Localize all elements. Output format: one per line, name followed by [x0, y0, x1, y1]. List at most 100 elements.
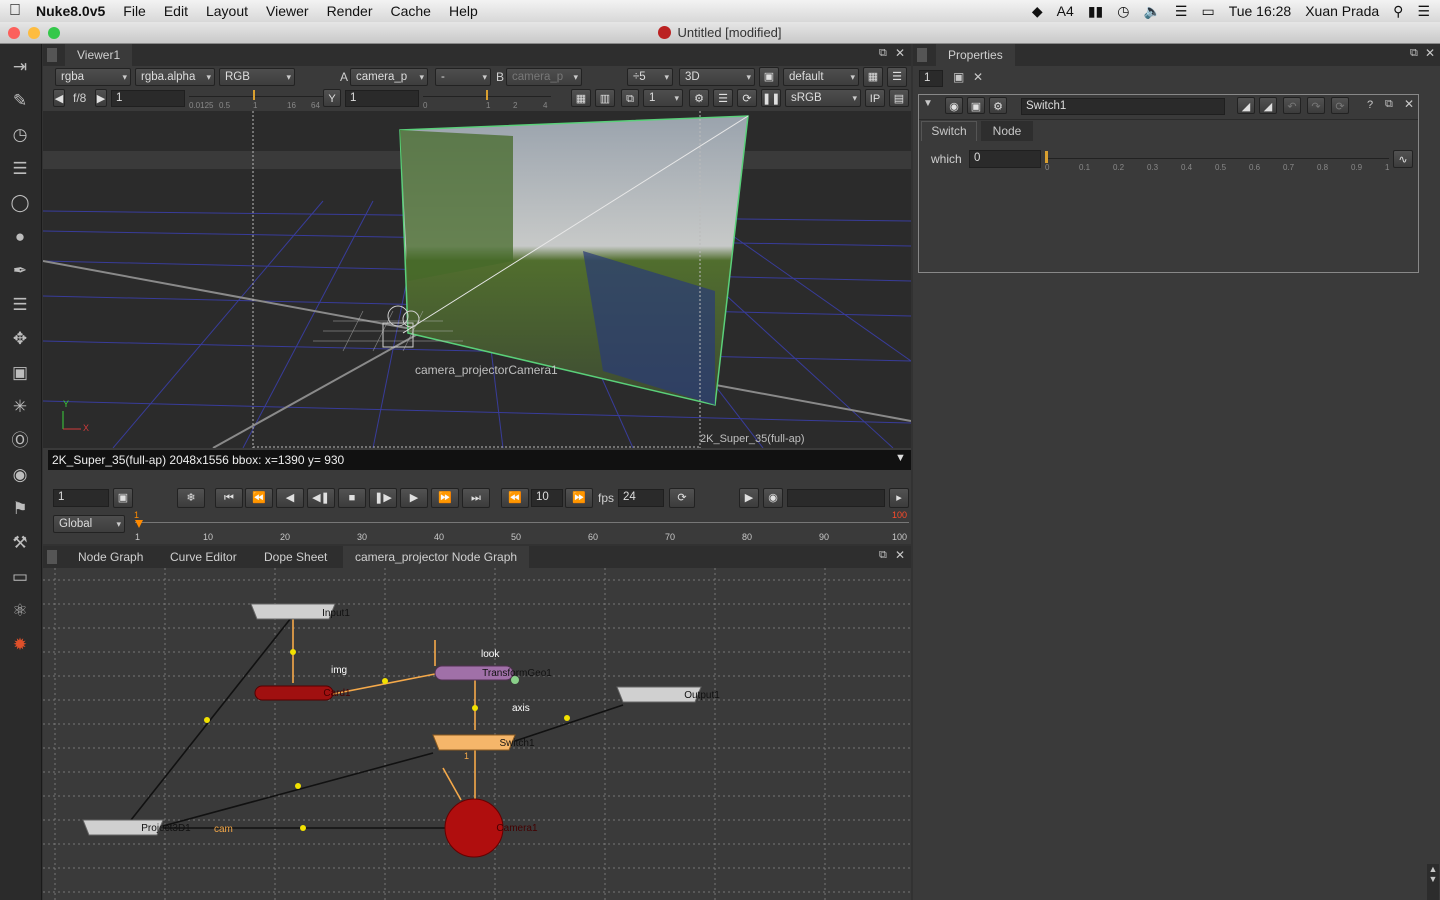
draw-nodes-icon[interactable]: ✎	[9, 90, 31, 112]
lut-dropdown[interactable]: default	[783, 68, 859, 86]
deep-nodes-icon[interactable]: Ⓞ	[9, 430, 31, 452]
camera-lock-icon[interactable]: ▣	[759, 67, 779, 87]
keyer-nodes-icon[interactable]: ✒	[9, 260, 31, 282]
properties-scrollbar[interactable]: ▲ ▼	[1427, 864, 1439, 900]
undo-icon[interactable]: ↶	[1283, 97, 1301, 114]
toolsets-icon[interactable]: ⚒	[9, 532, 31, 554]
downrez-dropdown[interactable]: ÷5	[627, 68, 673, 86]
project-node-label[interactable]: Project3D1	[126, 821, 206, 837]
zoom-window-button[interactable]	[48, 27, 60, 39]
last-frame-icon[interactable]: ⏭	[462, 488, 490, 508]
previous-keyframe-icon[interactable]: ⏪	[245, 488, 273, 508]
fps-field[interactable]: 24	[618, 489, 664, 507]
wipe-mode-dropdown[interactable]: -	[435, 68, 491, 86]
adobe-icon[interactable]: A4	[1057, 3, 1074, 19]
refresh-icon[interactable]: ⟳	[737, 89, 757, 107]
snowflake-icon[interactable]: ❄	[177, 488, 205, 508]
stripes-icon[interactable]: ▤	[889, 89, 909, 107]
other-nodes-icon[interactable]: ▭	[9, 566, 31, 588]
gamma-field[interactable]: 1	[345, 90, 419, 107]
max-panels-field[interactable]: 1	[919, 70, 943, 87]
tab-switch[interactable]: Switch	[921, 121, 977, 141]
time-nodes-icon[interactable]: ◷	[9, 124, 31, 146]
transform-nodes-icon[interactable]: ✥	[9, 328, 31, 350]
which-field[interactable]: 0	[969, 150, 1041, 168]
collapse-icon[interactable]: ▼	[923, 98, 933, 109]
region-icon[interactable]: ▥	[595, 89, 615, 107]
menu-file[interactable]: File	[114, 3, 155, 19]
display-channel-dropdown[interactable]: RGB	[219, 68, 295, 86]
user-name[interactable]: Xuan Prada	[1305, 3, 1379, 19]
viewer-menu-icon[interactable]: ☰	[887, 67, 907, 87]
close-node-panel-icon[interactable]: ✕	[1404, 97, 1414, 111]
clear-panels-icon[interactable]: ✕	[973, 70, 983, 84]
panel-grip-icon[interactable]	[917, 48, 927, 62]
which-slider-handle[interactable]	[1045, 151, 1048, 163]
node-name-field[interactable]: Switch1	[1021, 98, 1225, 115]
volume-icon[interactable]: 🔈	[1143, 3, 1160, 20]
close-window-button[interactable]	[8, 27, 20, 39]
card-node-label[interactable]: Card1	[298, 686, 376, 702]
skip-forward-icon[interactable]: ⏩	[565, 488, 593, 508]
channels-dropdown[interactable]: rgba	[55, 68, 131, 86]
tab-curve-editor[interactable]: Curve Editor	[158, 546, 249, 568]
furnace-nodes-icon[interactable]: ⚛	[9, 600, 31, 622]
color-nodes-icon[interactable]: ◯	[9, 192, 31, 214]
gamma-slider-handle[interactable]	[486, 90, 488, 100]
float-panel-icon[interactable]: ⧉	[1410, 47, 1418, 60]
info-bar-toggle-icon[interactable]: ▼	[895, 452, 906, 464]
node-tools-icon[interactable]: ⚙	[989, 97, 1007, 114]
panel-grip-icon[interactable]	[47, 550, 57, 564]
close-panel-icon[interactable]: ✕	[1425, 46, 1435, 60]
apple-icon[interactable]: 	[0, 2, 30, 20]
switch-node-label[interactable]: Switch1	[476, 736, 558, 752]
animation-menu-icon[interactable]: ∿	[1393, 150, 1413, 168]
menu-layout[interactable]: Layout	[197, 3, 257, 19]
skip-back-icon[interactable]: ⏪	[501, 488, 529, 508]
battery-monitor-icon[interactable]: ▮▮	[1088, 3, 1103, 20]
3d-nodes-icon[interactable]: ▣	[9, 362, 31, 384]
display-lut-dropdown[interactable]: sRGB	[785, 89, 861, 107]
tab-dope-sheet[interactable]: Dope Sheet	[252, 546, 339, 568]
clock[interactable]: Tue 16:28	[1229, 3, 1292, 19]
time-machine-icon[interactable]: ◷	[1117, 3, 1129, 20]
alpha-channel-dropdown[interactable]: rgba.alpha	[135, 68, 215, 86]
menu-viewer[interactable]: Viewer	[257, 3, 318, 19]
lock-frame-icon[interactable]: ▣	[113, 488, 133, 508]
wifi-icon[interactable]: ☰	[1175, 3, 1188, 20]
spotlight-icon[interactable]: ⚲	[1393, 3, 1403, 20]
metadata-nodes-icon[interactable]: ⚑	[9, 498, 31, 520]
tab-properties[interactable]: Properties	[936, 44, 1015, 66]
camera-node-label[interactable]: Camera1	[488, 821, 546, 837]
overlay-icon[interactable]: ☰	[713, 89, 733, 107]
proxy-icon[interactable]: ⧉	[621, 89, 639, 107]
next-frame-icon[interactable]: ▶	[400, 488, 428, 508]
particles-nodes-icon[interactable]: ✳	[9, 396, 31, 418]
increment-field[interactable]: 10	[531, 489, 563, 507]
revert-icon[interactable]: ⟳	[1331, 97, 1349, 114]
transform-node-label[interactable]: TransformGeo1	[478, 666, 556, 682]
gamma-label[interactable]: Y	[323, 89, 341, 107]
nuke-nodes-icon[interactable]: ✹	[9, 634, 31, 656]
menu-render[interactable]: Render	[318, 3, 382, 19]
record-icon[interactable]: ◉	[763, 488, 783, 508]
redo-icon[interactable]: ↷	[1307, 97, 1325, 114]
input-a-dropdown[interactable]: camera_p	[350, 68, 428, 86]
menu-cache[interactable]: Cache	[381, 3, 439, 19]
fstop-down-icon[interactable]: ◀	[53, 89, 65, 107]
next-keyframe-icon[interactable]: ⏩	[431, 488, 459, 508]
battery-icon[interactable]: ▭	[1201, 3, 1214, 20]
center-node-icon[interactable]: ◉	[945, 97, 963, 114]
channel-nodes-icon[interactable]: ☰	[9, 158, 31, 180]
views-nodes-icon[interactable]: ◉	[9, 464, 31, 486]
input-node-label[interactable]: Input1	[294, 606, 378, 622]
notification-center-icon[interactable]: ☰	[1417, 3, 1430, 20]
loop-icon[interactable]: ⟳	[669, 488, 695, 508]
gain-slider-handle[interactable]	[253, 90, 255, 100]
play-backward-icon[interactable]: ◀❚	[307, 488, 335, 508]
merge-nodes-icon[interactable]: ☰	[9, 294, 31, 316]
play-forward-icon[interactable]: ❚▶	[369, 488, 397, 508]
stop-icon[interactable]: ■	[338, 488, 366, 508]
fstop-up-icon[interactable]: ▶	[95, 89, 107, 107]
tab-node[interactable]: Node	[981, 121, 1033, 141]
